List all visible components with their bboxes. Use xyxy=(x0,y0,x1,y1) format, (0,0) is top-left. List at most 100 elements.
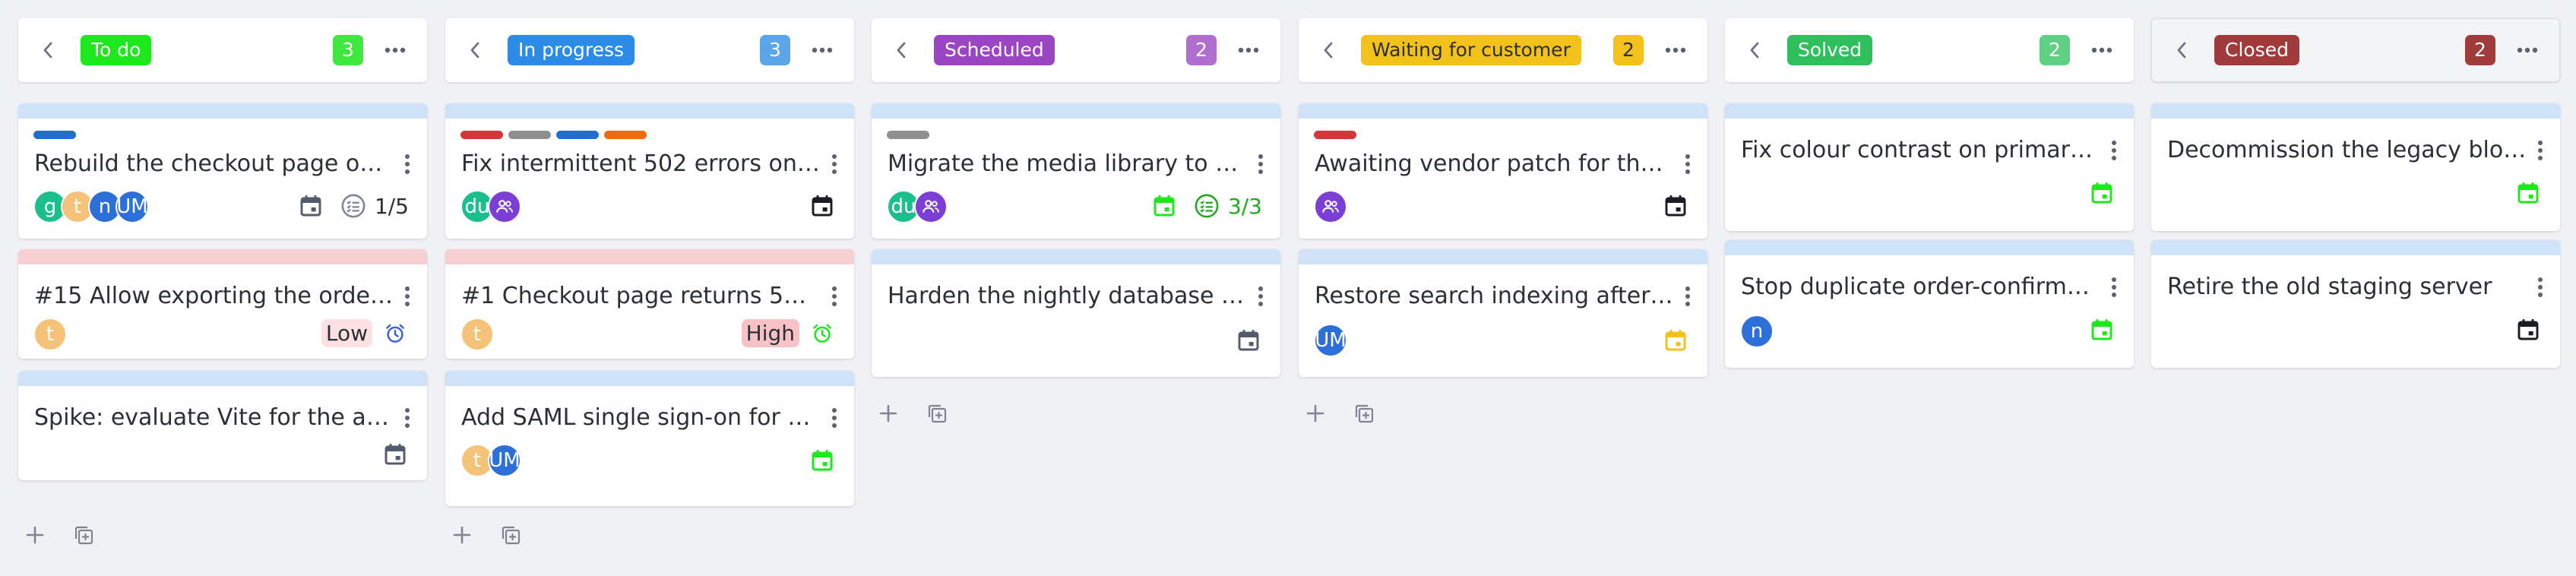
avatar[interactable]: t xyxy=(33,318,67,351)
column-header: Closed 2 xyxy=(2151,18,2560,82)
card-menu-icon[interactable] xyxy=(1679,149,1697,179)
card-title[interactable]: #1 Checkout page returns 502 d... xyxy=(461,281,821,312)
task-card[interactable]: Harden the nightly database bac... xyxy=(872,249,1280,377)
card-title[interactable]: Restore search indexing after th... xyxy=(1315,281,1674,312)
team-avatar-icon[interactable] xyxy=(488,190,521,223)
assignee-avatars[interactable]: du xyxy=(887,190,948,223)
column-menu-icon[interactable] xyxy=(1233,35,1264,65)
calendar-icon[interactable] xyxy=(1662,192,1689,220)
card-menu-icon[interactable] xyxy=(825,149,843,179)
calendar-icon[interactable] xyxy=(1235,327,1262,354)
task-card[interactable]: #15 Allow exporting the order hi... t Lo… xyxy=(18,249,427,359)
assignee-avatars[interactable]: UM xyxy=(1314,324,1347,357)
card-menu-icon[interactable] xyxy=(398,403,416,433)
assignee-avatars[interactable]: t xyxy=(460,318,494,351)
add-card-icon[interactable] xyxy=(1300,398,1331,429)
card-menu-icon[interactable] xyxy=(1252,149,1270,179)
card-menu-icon[interactable] xyxy=(2531,272,2549,302)
alarm-clock-icon[interactable] xyxy=(381,320,409,347)
column-menu-icon[interactable] xyxy=(2087,35,2117,65)
card-title[interactable]: Harden the nightly database bac... xyxy=(888,281,1247,312)
column-menu-icon[interactable] xyxy=(1660,35,1691,65)
collapse-chevron-icon[interactable] xyxy=(890,39,913,62)
calendar-icon[interactable] xyxy=(297,192,324,220)
avatar[interactable]: UM xyxy=(116,190,149,223)
collapse-chevron-icon[interactable] xyxy=(36,39,59,62)
task-card[interactable]: Decommission the legacy blog a... xyxy=(2151,103,2560,231)
assignee-avatars[interactable]: du xyxy=(460,190,521,223)
task-card[interactable]: Stop duplicate order-confirmati... n xyxy=(1725,240,2134,368)
calendar-icon[interactable] xyxy=(809,447,836,474)
card-title[interactable]: Fix colour contrast on primary b... xyxy=(1741,135,2100,166)
task-card[interactable]: Restore search indexing after th... UM xyxy=(1299,249,1707,377)
avatar[interactable]: UM xyxy=(488,444,521,477)
team-avatar-icon[interactable] xyxy=(914,190,948,223)
task-card[interactable]: Spike: evaluate Vite for the asset... xyxy=(18,371,427,480)
card-menu-icon[interactable] xyxy=(1252,281,1270,312)
card-menu-icon[interactable] xyxy=(2531,135,2549,166)
assignee-avatars[interactable] xyxy=(1314,190,1347,223)
collapse-chevron-icon[interactable] xyxy=(464,39,486,62)
add-from-template-icon[interactable] xyxy=(922,398,952,429)
calendar-icon[interactable] xyxy=(809,192,836,220)
collapse-chevron-icon[interactable] xyxy=(2170,39,2193,62)
card-title[interactable]: Fix intermittent 502 errors on th... xyxy=(461,149,821,179)
card-title[interactable]: Stop duplicate order-confirmati... xyxy=(1741,272,2100,302)
card-meta: 3/3 xyxy=(1150,192,1262,220)
calendar-icon[interactable] xyxy=(1150,192,1178,220)
team-avatar-icon[interactable] xyxy=(1314,190,1347,223)
card-title[interactable]: Add SAML single sign-on for staf... xyxy=(461,403,821,433)
card-menu-icon[interactable] xyxy=(2105,135,2123,166)
add-card-icon[interactable] xyxy=(447,520,477,550)
calendar-icon[interactable] xyxy=(381,441,409,468)
assignee-avatars[interactable]: g t n UM xyxy=(33,190,149,223)
add-card-icon[interactable] xyxy=(20,520,50,550)
column-count: 3 xyxy=(760,35,790,65)
assignee-avatars[interactable]: t xyxy=(33,318,67,351)
task-card[interactable]: Migrate the media library to obj... du 3… xyxy=(872,103,1280,239)
calendar-icon[interactable] xyxy=(1662,327,1689,354)
task-card[interactable]: #1 Checkout page returns 502 d... t High xyxy=(445,249,854,359)
task-card[interactable]: Retire the old staging server xyxy=(2151,240,2560,368)
calendar-icon[interactable] xyxy=(2088,316,2116,343)
alarm-clock-icon[interactable] xyxy=(809,320,836,347)
card-menu-icon[interactable] xyxy=(398,281,416,312)
avatar[interactable]: n xyxy=(1740,315,1774,348)
card-title[interactable]: #15 Allow exporting the order hi... xyxy=(34,281,394,312)
calendar-icon[interactable] xyxy=(2514,179,2542,207)
add-from-template-icon[interactable] xyxy=(68,520,99,550)
card-title[interactable]: Retire the old staging server xyxy=(2167,272,2527,302)
task-card[interactable]: Fix colour contrast on primary b... xyxy=(1725,103,2134,231)
column-menu-icon[interactable] xyxy=(2512,35,2543,65)
calendar-icon[interactable] xyxy=(2514,316,2542,343)
card-title[interactable]: Spike: evaluate Vite for the asset... xyxy=(34,403,394,433)
add-card-icon[interactable] xyxy=(873,398,903,429)
card-title[interactable]: Migrate the media library to obj... xyxy=(888,149,1247,179)
add-from-template-icon[interactable] xyxy=(1349,398,1379,429)
card-title[interactable]: Rebuild the checkout page on th... xyxy=(34,149,394,179)
card-menu-icon[interactable] xyxy=(825,281,843,312)
task-card[interactable]: Rebuild the checkout page on th... g t n UM… xyxy=(18,103,427,239)
task-card[interactable]: Awaiting vendor patch for the p... xyxy=(1299,103,1707,239)
column-menu-icon[interactable] xyxy=(807,35,837,65)
avatar[interactable]: UM xyxy=(1314,324,1347,357)
card-title[interactable]: Decommission the legacy blog a... xyxy=(2167,135,2527,166)
assignee-avatars[interactable]: t UM xyxy=(460,444,521,477)
add-from-template-icon[interactable] xyxy=(495,520,526,550)
card-menu-icon[interactable] xyxy=(825,403,843,433)
column-menu-icon[interactable] xyxy=(380,35,410,65)
column-to-do: To do 3 Rebuild the checkout page on th.… xyxy=(18,18,427,545)
assignee-avatars[interactable]: n xyxy=(1740,315,1774,348)
card-menu-icon[interactable] xyxy=(398,149,416,179)
collapse-chevron-icon[interactable] xyxy=(1743,39,1766,62)
collapse-chevron-icon[interactable] xyxy=(1317,39,1340,62)
priority-badge: High xyxy=(741,319,799,347)
avatar[interactable]: t xyxy=(460,318,494,351)
task-card[interactable]: Fix intermittent 502 errors on th... du xyxy=(445,103,854,239)
card-menu-icon[interactable] xyxy=(1679,281,1697,312)
task-card[interactable]: Add SAML single sign-on for staf... t UM xyxy=(445,371,854,506)
column-header: Scheduled 2 xyxy=(872,18,1280,82)
calendar-icon[interactable] xyxy=(2088,179,2116,207)
card-menu-icon[interactable] xyxy=(2105,272,2123,302)
card-title[interactable]: Awaiting vendor patch for the p... xyxy=(1315,149,1674,179)
